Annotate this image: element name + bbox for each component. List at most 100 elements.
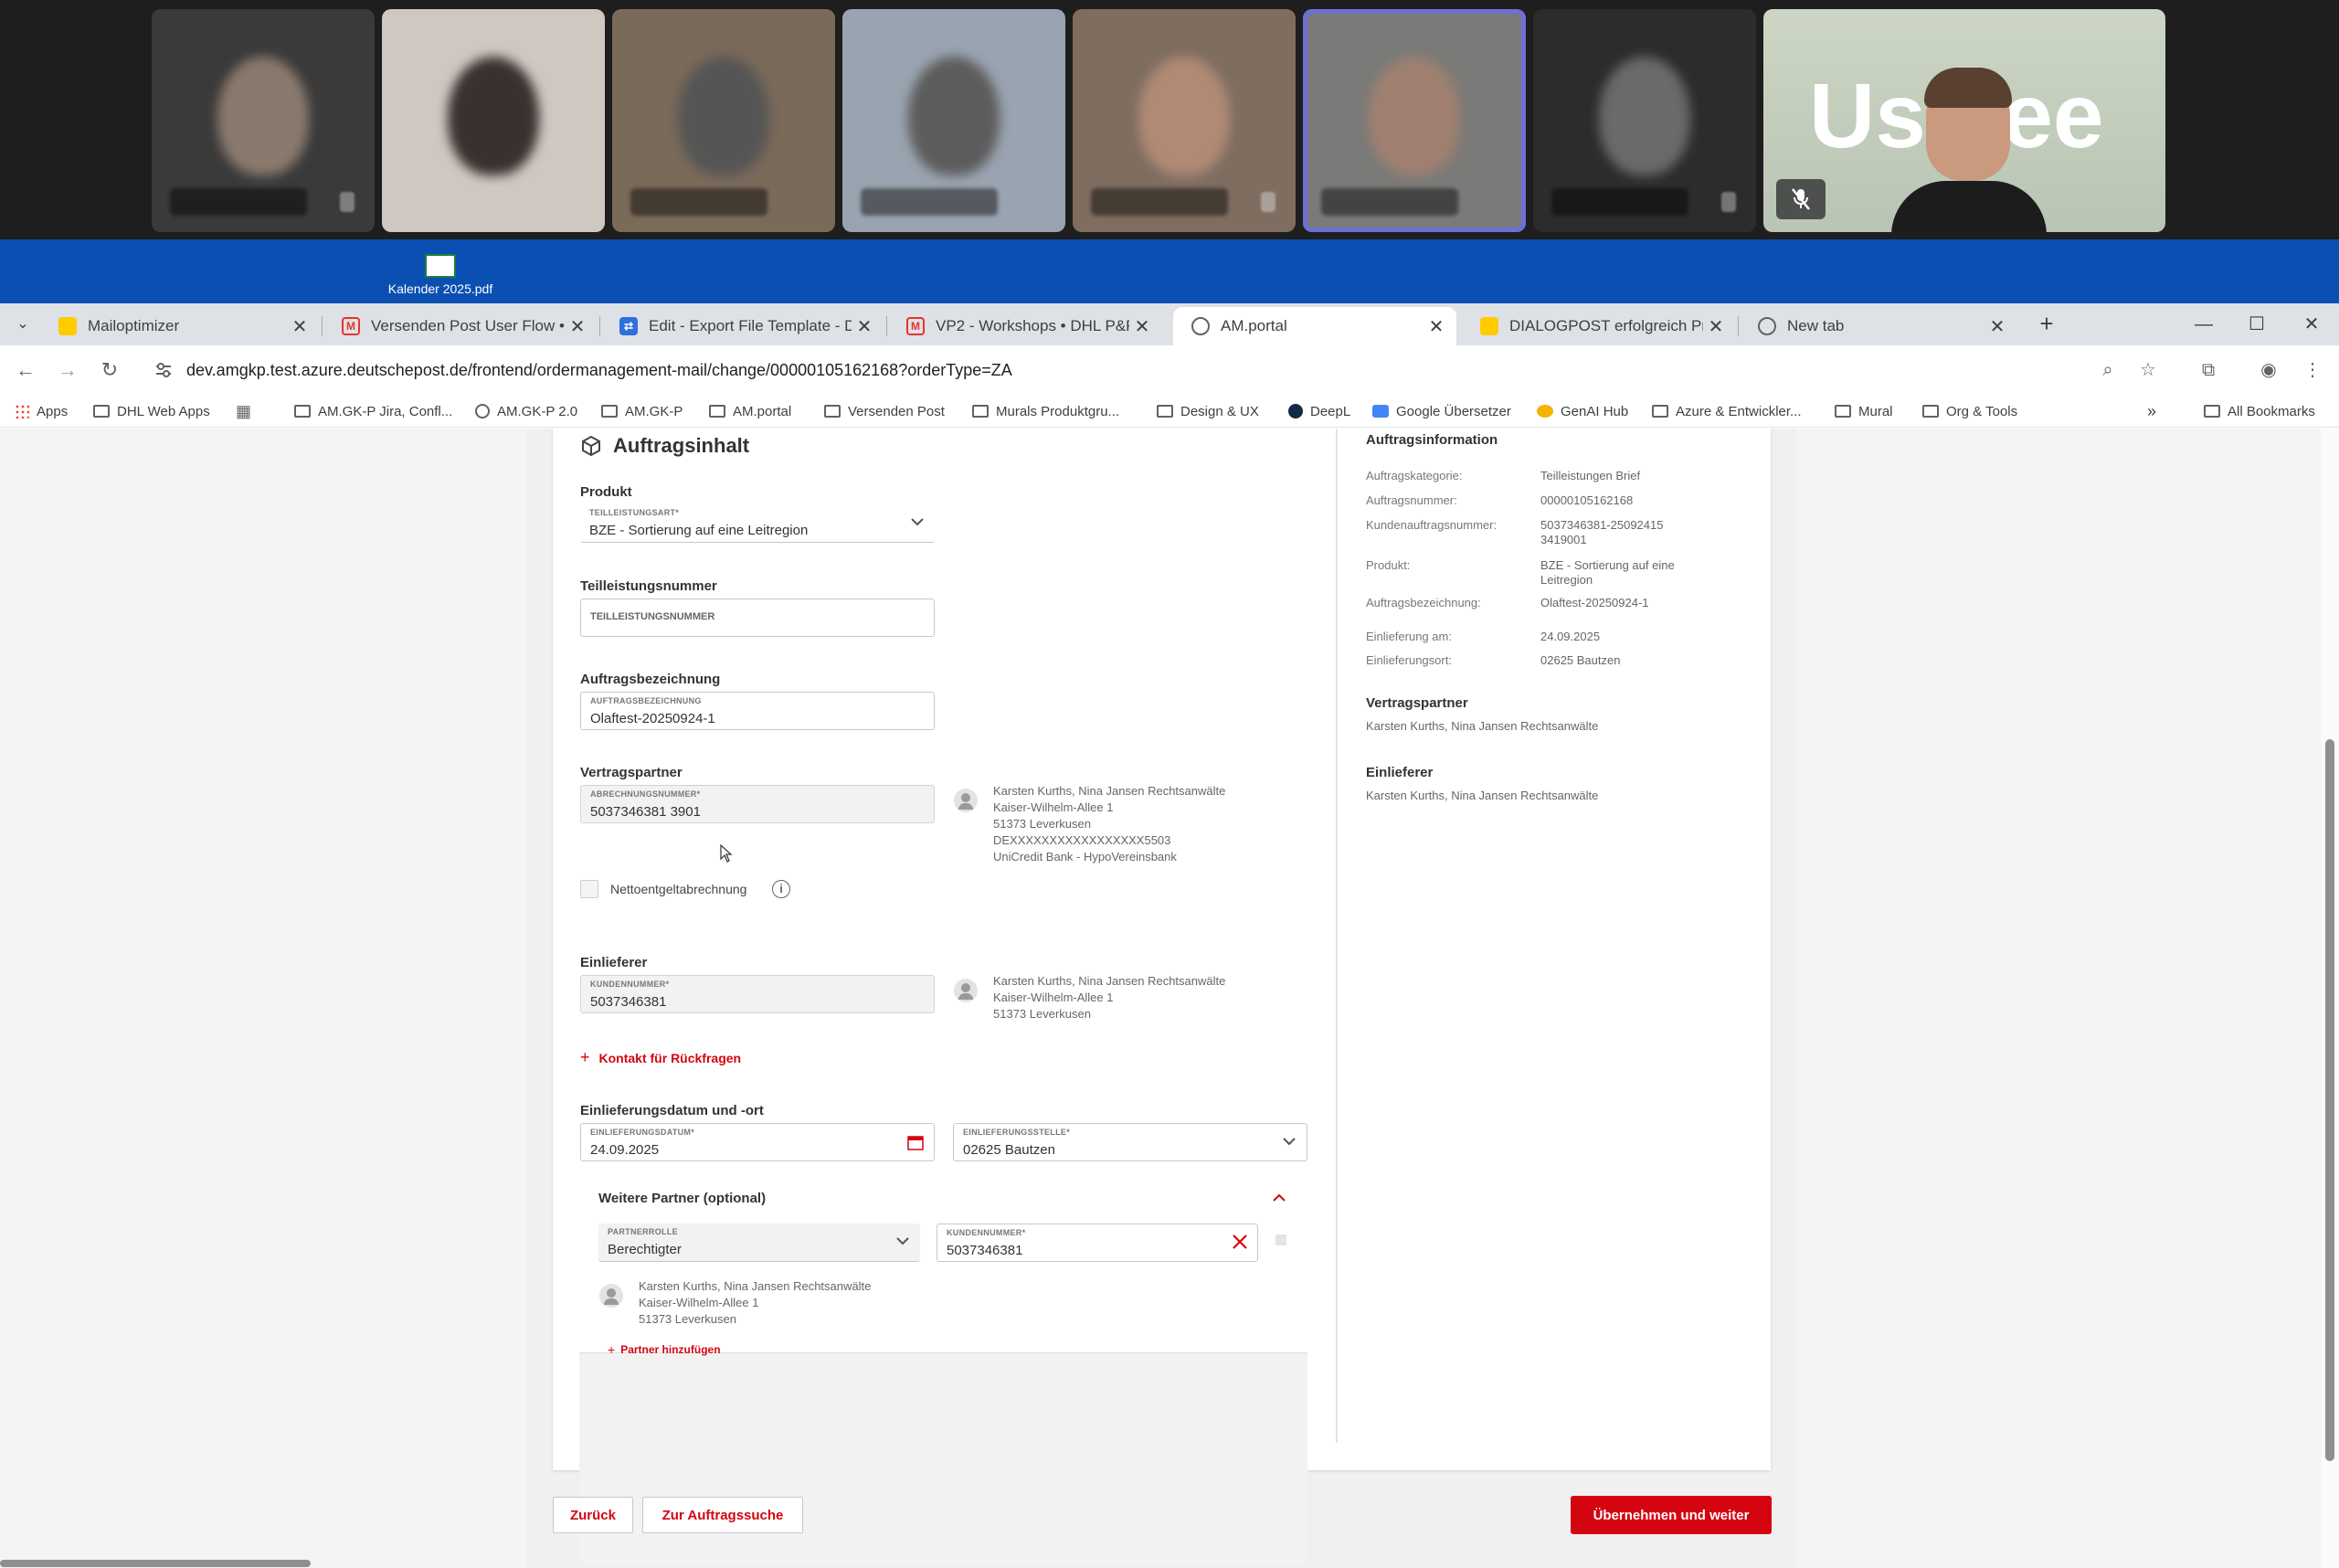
partnerrolle-select[interactable]: PARTNERROLLE Berechtigter bbox=[598, 1224, 920, 1262]
plus-icon: + bbox=[580, 1048, 590, 1066]
vertical-scrollbar[interactable] bbox=[2321, 429, 2339, 1568]
scrollbar-thumb[interactable] bbox=[2325, 739, 2334, 1461]
close-window-button[interactable]: ✕ bbox=[2295, 311, 2328, 338]
tab-vp2-workshops[interactable]: M VP2 - Workshops • DHL P&P ✕ bbox=[888, 307, 1162, 345]
browser-toolbar: ← → ↻ dev.amgkp.test.azure.deutschepost.… bbox=[0, 345, 2339, 395]
bookmark-amportal[interactable]: AM.portal bbox=[709, 401, 791, 421]
folder-icon bbox=[1922, 405, 1939, 418]
bookmark-design-ux[interactable]: Design & UX bbox=[1157, 401, 1259, 421]
close-icon[interactable]: ✕ bbox=[565, 315, 590, 338]
clear-x-icon[interactable] bbox=[1230, 1232, 1250, 1256]
participant-tile-featured[interactable]: Use ee bbox=[1763, 9, 2165, 232]
forward-arrow-icon[interactable]: → bbox=[55, 357, 80, 383]
kontakt-add-link[interactable]: + Kontakt für Rückfragen bbox=[580, 1048, 741, 1067]
tab-edit-export-file[interactable]: ⇄ Edit - Export File Template - Di ✕ bbox=[601, 307, 884, 345]
new-tab-button[interactable]: + bbox=[2034, 311, 2059, 336]
back-button[interactable]: Zurück bbox=[553, 1497, 633, 1533]
contract-partner-icon bbox=[954, 789, 978, 812]
teilleistungsart-select[interactable]: TEILLEISTUNGSART* BZE - Sortierung auf e… bbox=[580, 504, 935, 543]
bookmark-grid[interactable]: ▦ bbox=[236, 401, 251, 421]
submit-button[interactable]: Übernehmen und weiter bbox=[1571, 1496, 1772, 1534]
bookmark-org-tools[interactable]: Org & Tools bbox=[1922, 401, 2017, 421]
close-icon[interactable]: ✕ bbox=[1703, 315, 1729, 338]
participant-tile[interactable] bbox=[152, 9, 375, 232]
bookmarks-bar: Apps DHL Web Apps ▦ AM.GK-P Jira, Confl.… bbox=[0, 395, 2339, 428]
back-arrow-icon[interactable]: ← bbox=[13, 357, 38, 383]
calendar-icon[interactable] bbox=[906, 1133, 925, 1156]
partner-add-link[interactable]: + Partner hinzufügen bbox=[608, 1342, 721, 1357]
chrome-menu-icon[interactable]: ⋮ bbox=[2301, 358, 2324, 382]
tab-dialogpost[interactable]: DIALOGPOST erfolgreich Print ✕ bbox=[1462, 307, 1736, 345]
bookmark-versenden-post[interactable]: Versenden Post bbox=[824, 401, 945, 421]
close-icon[interactable]: ✕ bbox=[287, 315, 312, 338]
abrechnungsnummer-input[interactable]: ABRECHNUNGSNUMMER* 5037346381 3901 bbox=[580, 785, 935, 823]
bookmark-star-icon[interactable]: ☆ bbox=[2136, 358, 2160, 382]
tab-new-tab[interactable]: New tab ✕ bbox=[1740, 307, 2017, 345]
participant-tile[interactable] bbox=[1073, 9, 1296, 232]
tab-title: Mailoptimizer bbox=[88, 317, 180, 334]
bookmark-azure[interactable]: Azure & Entwickler... bbox=[1652, 401, 1802, 421]
horizontal-scrollbar[interactable] bbox=[0, 1560, 311, 1567]
folder-icon bbox=[824, 405, 841, 418]
folder-icon bbox=[709, 405, 725, 418]
participant-tile[interactable] bbox=[382, 9, 605, 232]
url-text: dev.amgkp.test.azure.deutschepost.de/fro… bbox=[186, 360, 1012, 379]
more-bookmarks-icon[interactable]: » bbox=[2147, 401, 2156, 421]
grid-icon: ▦ bbox=[236, 401, 252, 420]
participant-tile[interactable] bbox=[612, 9, 835, 232]
bookmark-all[interactable]: All Bookmarks bbox=[2204, 401, 2315, 421]
bookmark-murals[interactable]: Murals Produktgru... bbox=[972, 401, 1119, 421]
info-einlieferer-value: Karsten Kurths, Nina Jansen Rechtsanwält… bbox=[1366, 789, 1599, 802]
tab-title: DIALOGPOST erfolgreich Print bbox=[1509, 317, 1703, 334]
teilleistungsnummer-input[interactable]: TEILLEISTUNGSNUMMER bbox=[580, 599, 935, 637]
extensions-icon[interactable]: ⧉ bbox=[2196, 358, 2220, 382]
bookmark-genai-hub[interactable]: GenAI Hub bbox=[1537, 401, 1628, 421]
bookmark-mural[interactable]: Mural bbox=[1835, 401, 1893, 421]
einlieferungsdatum-input[interactable]: EINLIEFERUNGSDATUM* 24.09.2025 bbox=[580, 1123, 935, 1161]
globe-icon bbox=[1191, 317, 1210, 335]
info-icon[interactable]: i bbox=[772, 880, 790, 898]
bookmark-apps[interactable]: Apps bbox=[15, 401, 68, 421]
tab-mailoptimizer[interactable]: Mailoptimizer ✕ bbox=[40, 307, 320, 345]
reload-icon[interactable]: ↻ bbox=[97, 357, 122, 383]
spreadsheet-file-icon bbox=[425, 254, 456, 278]
info-vertragspartner-title: Vertragspartner bbox=[1366, 695, 1468, 711]
tab-title: Versenden Post User Flow • DH bbox=[371, 317, 565, 334]
desktop-file-item[interactable]: Kalender 2025.pdf bbox=[384, 254, 497, 296]
participant-tile[interactable] bbox=[1533, 9, 1756, 232]
bookmark-amgkp-20[interactable]: AM.GK-P 2.0 bbox=[475, 401, 577, 421]
tab-versenden-post[interactable]: M Versenden Post User Flow • DH ✕ bbox=[323, 307, 598, 345]
genai-icon bbox=[1537, 405, 1553, 418]
address-bar[interactable]: dev.amgkp.test.azure.deutschepost.de/fro… bbox=[146, 353, 2138, 387]
close-icon[interactable]: ✕ bbox=[1984, 315, 2010, 338]
einlieferungsstelle-select[interactable]: EINLIEFERUNGSSTELLE* 02625 Bautzen bbox=[953, 1123, 1307, 1161]
close-icon[interactable]: ✕ bbox=[1129, 315, 1155, 338]
bookmark-amgkp[interactable]: AM.GK-P bbox=[601, 401, 683, 421]
tab-search-icon[interactable]: ⌄ bbox=[13, 314, 33, 334]
order-search-button[interactable]: Zur Auftragssuche bbox=[642, 1497, 803, 1533]
minimize-button[interactable]: — bbox=[2187, 311, 2220, 338]
bookmark-amgkp-jira[interactable]: AM.GK-P Jira, Confl... bbox=[294, 401, 452, 421]
einlieferung-label: Einlieferungsdatum und -ort bbox=[580, 1103, 764, 1118]
site-settings-icon[interactable] bbox=[153, 360, 174, 380]
zoom-icon[interactable]: ⌕ bbox=[2096, 358, 2120, 382]
bookmark-dhl-web-apps[interactable]: DHL Web Apps bbox=[93, 401, 210, 421]
person-icon bbox=[599, 1284, 623, 1308]
partner-kundennummer-input[interactable]: KUNDENNUMMER* 5037346381 bbox=[937, 1224, 1258, 1262]
bookmark-google-translate[interactable]: Google Übersetzer bbox=[1372, 401, 1511, 421]
nettoentgelt-checkbox[interactable] bbox=[580, 880, 598, 898]
bookmark-deepl[interactable]: DeepL bbox=[1288, 401, 1350, 421]
close-icon[interactable]: ✕ bbox=[852, 315, 877, 338]
auftragsbezeichnung-input[interactable]: AUFTRAGSBEZEICHNUNG Olaftest-20250924-1 bbox=[580, 692, 935, 730]
profile-icon[interactable]: ◉ bbox=[2257, 358, 2281, 382]
close-icon[interactable]: ✕ bbox=[1424, 315, 1449, 338]
maximize-button[interactable]: ☐ bbox=[2240, 311, 2273, 338]
participant-tile[interactable] bbox=[842, 9, 1065, 232]
folder-icon bbox=[972, 405, 989, 418]
einlieferer-kundennummer-input[interactable]: KUNDENNUMMER* 5037346381 bbox=[580, 975, 935, 1013]
info-value: Olaftest-20250924-1 bbox=[1540, 596, 1649, 609]
participant-tile-active[interactable] bbox=[1303, 9, 1526, 232]
tab-amportal[interactable]: AM.portal ✕ bbox=[1173, 307, 1456, 345]
chevron-up-icon[interactable] bbox=[1270, 1189, 1288, 1212]
folder-icon bbox=[601, 405, 618, 418]
